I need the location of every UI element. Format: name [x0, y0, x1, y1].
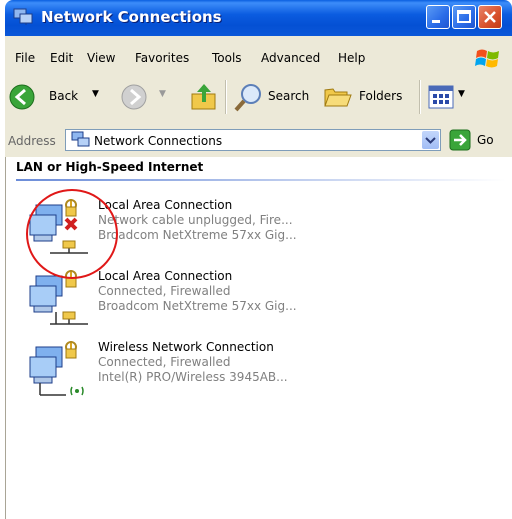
go-button[interactable]: Go [449, 128, 507, 152]
group-header: LAN or High-Speed Internet [16, 160, 204, 174]
connection-status: Network cable unplugged, Fire... [98, 213, 293, 227]
network-connections-icon [71, 131, 90, 147]
maximize-button[interactable] [452, 5, 476, 29]
menu-edit[interactable]: Edit [50, 51, 73, 65]
back-dropdown-arrow-icon[interactable]: ▼ [92, 89, 99, 99]
views-dropdown-arrow-icon[interactable]: ▼ [458, 89, 465, 99]
connection-device: Intel(R) PRO/Wireless 3945AB... [98, 370, 288, 384]
network-folder-icon [13, 8, 33, 25]
connection-item-lan-connected[interactable]: Local Area Connection Connected, Firewal… [26, 266, 506, 328]
annotation-circle [26, 189, 118, 279]
windows-logo-icon [475, 49, 499, 68]
close-button[interactable] [478, 5, 502, 29]
connection-name: Local Area Connection [98, 269, 233, 283]
forward-dropdown-arrow-icon[interactable]: ▼ [159, 89, 166, 99]
menu-tools[interactable]: Tools [212, 51, 242, 65]
menu-file[interactable]: File [15, 51, 35, 65]
folders-icon [324, 88, 352, 107]
menu-advanced[interactable]: Advanced [261, 51, 320, 65]
connection-name: Wireless Network Connection [98, 340, 274, 354]
go-arrow-icon [449, 129, 471, 151]
connection-device: Broadcom NetXtreme 57xx Gig... [98, 299, 297, 313]
menu-bar: File Edit View Favorites Tools Advanced … [5, 36, 512, 73]
wireless-connection-icon [29, 341, 84, 396]
connection-name: Local Area Connection [98, 198, 233, 212]
group-header-divider [16, 179, 506, 181]
address-value: Network Connections [94, 134, 223, 148]
address-bar: Address Network Connections Go [5, 122, 512, 158]
search-button[interactable]: Search [231, 80, 317, 114]
back-button[interactable]: Back ▼ [5, 80, 100, 114]
forward-arrow-icon [121, 84, 147, 110]
menu-favorites[interactable]: Favorites [135, 51, 189, 65]
close-icon [484, 11, 496, 23]
back-label: Back [49, 89, 79, 103]
connection-item-wireless[interactable]: Wireless Network Connection Connected, F… [26, 337, 506, 399]
maximize-icon [457, 10, 471, 23]
search-label: Search [268, 89, 310, 103]
address-input[interactable]: Network Connections [65, 129, 441, 151]
search-icon [234, 84, 261, 112]
address-label: Address [8, 134, 56, 148]
forward-button[interactable]: ▼ [115, 80, 175, 114]
folder-up-icon[interactable] [189, 82, 219, 112]
toolbar: Back ▼ ▼ Search Folders ▼ [5, 72, 512, 123]
address-dropdown-button[interactable] [422, 131, 439, 149]
minimize-button[interactable] [426, 5, 450, 29]
title-bar[interactable]: Network Connections [5, 0, 512, 36]
toolbar-separator [419, 80, 421, 114]
connection-status: Connected, Firewalled [98, 284, 231, 298]
views-icon [428, 85, 454, 109]
folders-button[interactable]: Folders [321, 80, 411, 114]
chevron-down-icon [425, 137, 436, 144]
toolbar-separator [225, 80, 227, 114]
menu-view[interactable]: View [87, 51, 115, 65]
connection-device: Broadcom NetXtreme 57xx Gig... [98, 228, 297, 242]
window-title: Network Connections [41, 8, 222, 26]
menu-help[interactable]: Help [338, 51, 365, 65]
folders-label: Folders [359, 89, 403, 103]
go-label: Go [477, 133, 494, 147]
network-connections-window: Network Connections File Edit View Favor… [0, 0, 512, 519]
views-button[interactable]: ▼ [427, 82, 471, 112]
minimize-icon [432, 20, 440, 23]
connection-status: Connected, Firewalled [98, 355, 231, 369]
back-arrow-icon [9, 84, 35, 110]
